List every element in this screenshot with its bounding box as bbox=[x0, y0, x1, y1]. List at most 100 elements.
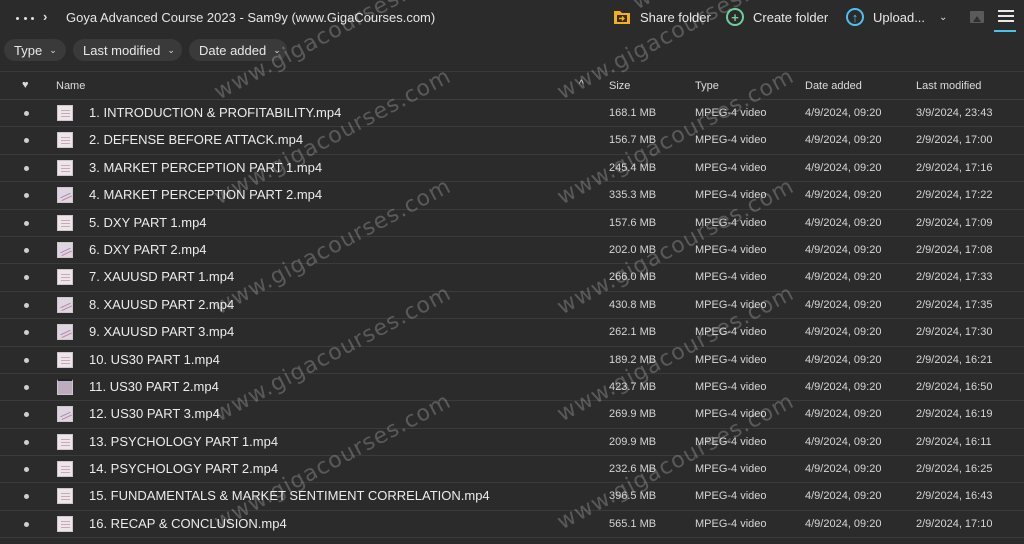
thumbnail-view-icon[interactable] bbox=[970, 11, 984, 23]
table-body: 1. INTRODUCTION & PROFITABILITY.mp4 168.1… bbox=[0, 100, 1024, 539]
file-name[interactable]: 10. US30 PART 1.mp4 bbox=[89, 352, 220, 367]
table-row[interactable]: 3. MARKET PERCEPTION PART 1.mp4 245.4 MB M… bbox=[0, 155, 1024, 183]
table-row[interactable]: 8. XAUUSD PART 2.mp4 430.8 MB MPEG-4 video… bbox=[0, 292, 1024, 320]
table-row[interactable]: 7. XAUUSD PART 1.mp4 266.0 MB MPEG-4 video… bbox=[0, 264, 1024, 292]
table-row[interactable]: 1. INTRODUCTION & PROFITABILITY.mp4 168.1… bbox=[0, 100, 1024, 128]
file-name[interactable]: 8. XAUUSD PART 2.mp4 bbox=[89, 297, 234, 312]
share-folder-button[interactable]: Share folder bbox=[613, 8, 711, 26]
video-thumbnail-icon bbox=[57, 324, 73, 341]
file-size: 157.6 MB bbox=[609, 216, 657, 229]
column-header-date-added[interactable]: Date added bbox=[805, 80, 862, 92]
filter-last-modified-dropdown[interactable]: Last modified ⌄ bbox=[73, 39, 182, 61]
file-last-modified: 2/9/2024, 16:11 bbox=[916, 435, 992, 448]
video-thumbnail-icon bbox=[57, 406, 73, 423]
table-row[interactable]: 4. MARKET PERCEPTION PART 2.mp4 335.3 MB M… bbox=[0, 182, 1024, 210]
table-row[interactable]: 13. PSYCHOLOGY PART 1.mp4 209.9 MB MPEG-4 … bbox=[0, 429, 1024, 457]
favorite-dot-icon[interactable] bbox=[24, 247, 29, 253]
file-date-added: 4/9/2024, 09:20 bbox=[805, 216, 882, 229]
list-line bbox=[998, 20, 1014, 22]
chevron-down-icon: ⌄ bbox=[49, 44, 57, 55]
file-name[interactable]: 9. XAUUSD PART 3.mp4 bbox=[89, 324, 234, 339]
upload-dropdown-chevron-icon[interactable]: ⌄ bbox=[939, 12, 947, 23]
video-thumbnail-icon bbox=[57, 132, 73, 149]
file-type: MPEG-4 video bbox=[695, 490, 767, 503]
file-type: MPEG-4 video bbox=[695, 134, 767, 147]
file-name[interactable]: 6. DXY PART 2.mp4 bbox=[89, 242, 207, 257]
upload-label: Upload... bbox=[873, 9, 926, 25]
video-thumbnail-icon bbox=[57, 214, 73, 231]
create-folder-label: Create folder bbox=[753, 9, 829, 25]
ellipsis-dot bbox=[23, 16, 27, 20]
file-date-added: 4/9/2024, 09:20 bbox=[805, 408, 882, 421]
favorite-dot-icon[interactable] bbox=[24, 302, 29, 308]
favorite-heart-icon[interactable]: ♥ bbox=[22, 79, 29, 91]
favorite-dot-icon[interactable] bbox=[24, 193, 29, 199]
column-header-last-modified[interactable]: Last modified bbox=[916, 80, 981, 92]
file-size: 266.0 MB bbox=[609, 271, 657, 284]
file-name[interactable]: 3. MARKET PERCEPTION PART 1.mp4 bbox=[89, 160, 322, 175]
filter-date-added-dropdown[interactable]: Date added ⌄ bbox=[189, 39, 287, 61]
list-view-icon[interactable] bbox=[994, 10, 1016, 32]
file-size: 202.0 MB bbox=[609, 243, 657, 256]
favorite-dot-icon[interactable] bbox=[24, 494, 29, 500]
favorite-dot-icon[interactable] bbox=[24, 220, 29, 226]
file-name[interactable]: 1. INTRODUCTION & PROFITABILITY.mp4 bbox=[89, 105, 341, 120]
file-last-modified: 2/9/2024, 16:25 bbox=[916, 463, 993, 476]
file-type: MPEG-4 video bbox=[695, 353, 767, 366]
file-name[interactable]: 11. US30 PART 2.mp4 bbox=[89, 379, 219, 394]
upload-button[interactable]: ↑ Upload... ⌄ bbox=[846, 8, 947, 26]
table-row[interactable]: 15. FUNDAMENTALS & MARKET SENTIMENT CORR… bbox=[0, 483, 1024, 511]
filter-date-added-label: Date added bbox=[199, 42, 267, 58]
favorite-dot-icon[interactable] bbox=[24, 521, 29, 527]
filter-last-modified-label: Last modified bbox=[83, 42, 161, 58]
video-thumbnail-icon bbox=[57, 488, 73, 505]
video-thumbnail-icon bbox=[57, 515, 73, 532]
top-bar: › Goya Advanced Course 2023 - Sam9y (www… bbox=[0, 0, 1024, 36]
favorite-dot-icon[interactable] bbox=[24, 467, 29, 473]
table-row[interactable]: 9. XAUUSD PART 3.mp4 262.1 MB MPEG-4 video… bbox=[0, 319, 1024, 347]
table-row[interactable]: 16. RECAP & CONCLUSION.mp4 565.1 MB MPEG-4… bbox=[0, 511, 1024, 539]
table-row[interactable]: 5. DXY PART 1.mp4 157.6 MB MPEG-4 video 4/9… bbox=[0, 210, 1024, 237]
ellipsis-dot bbox=[31, 16, 34, 20]
file-name[interactable]: 13. PSYCHOLOGY PART 1.mp4 bbox=[89, 434, 278, 449]
share-folder-icon bbox=[613, 8, 631, 26]
file-name[interactable]: 14. PSYCHOLOGY PART 2.mp4 bbox=[89, 461, 278, 476]
file-type: MPEG-4 video bbox=[695, 107, 767, 119]
table-row[interactable]: 11. US30 PART 2.mp4 423.7 MB MPEG-4 video 4… bbox=[0, 374, 1024, 402]
table-row[interactable]: 6. DXY PART 2.mp4 202.0 MB MPEG-4 video 4/9… bbox=[0, 237, 1024, 265]
column-header-size[interactable]: Size bbox=[609, 80, 630, 92]
file-type: MPEG-4 video bbox=[695, 326, 767, 339]
table-row[interactable]: 10. US30 PART 1.mp4 189.2 MB MPEG-4 video 4… bbox=[0, 347, 1024, 374]
file-name[interactable]: 4. MARKET PERCEPTION PART 2.mp4 bbox=[89, 187, 322, 202]
favorite-dot-icon[interactable] bbox=[24, 330, 29, 336]
column-header-type[interactable]: Type bbox=[695, 80, 719, 92]
file-name[interactable]: 5. DXY PART 1.mp4 bbox=[89, 215, 207, 230]
active-view-underline bbox=[994, 30, 1016, 32]
file-name[interactable]: 12. US30 PART 3.mp4 bbox=[89, 406, 220, 421]
favorite-dot-icon[interactable] bbox=[24, 138, 29, 144]
file-name[interactable]: 16. RECAP & CONCLUSION.mp4 bbox=[89, 516, 287, 531]
favorite-dot-icon[interactable] bbox=[24, 439, 29, 445]
favorite-dot-icon[interactable] bbox=[24, 165, 29, 171]
favorite-dot-icon[interactable] bbox=[24, 412, 29, 418]
file-name[interactable]: 2. DEFENSE BEFORE ATTACK.mp4 bbox=[89, 132, 303, 147]
more-options-button[interactable] bbox=[16, 10, 34, 26]
file-last-modified: 2/9/2024, 17:30 bbox=[916, 326, 993, 339]
favorite-dot-icon[interactable] bbox=[24, 357, 29, 363]
favorite-dot-icon[interactable] bbox=[24, 384, 29, 390]
table-row[interactable]: 12. US30 PART 3.mp4 269.9 MB MPEG-4 video 4… bbox=[0, 401, 1024, 429]
sort-ascending-icon[interactable]: ^ bbox=[579, 79, 584, 90]
table-row[interactable]: 2. DEFENSE BEFORE ATTACK.mp4 156.7 MB MPEG… bbox=[0, 127, 1024, 155]
file-date-added: 4/9/2024, 09:20 bbox=[805, 380, 882, 393]
breadcrumb-folder-title: Goya Advanced Course 2023 - Sam9y (www.G… bbox=[66, 10, 436, 25]
filter-type-dropdown[interactable]: Type ⌄ bbox=[4, 39, 66, 61]
column-header-name[interactable]: Name bbox=[56, 80, 85, 92]
table-row[interactable]: 14. PSYCHOLOGY PART 2.mp4 232.6 MB MPEG-4 … bbox=[0, 456, 1024, 484]
file-date-added: 4/9/2024, 09:20 bbox=[805, 298, 882, 311]
favorite-dot-icon[interactable] bbox=[24, 275, 29, 281]
create-folder-button[interactable]: + Create folder bbox=[726, 8, 828, 26]
favorite-dot-icon[interactable] bbox=[24, 111, 29, 116]
file-name[interactable]: 15. FUNDAMENTALS & MARKET SENTIMENT CORR… bbox=[89, 488, 490, 503]
file-size: 269.9 MB bbox=[609, 408, 657, 421]
file-name[interactable]: 7. XAUUSD PART 1.mp4 bbox=[89, 269, 234, 284]
